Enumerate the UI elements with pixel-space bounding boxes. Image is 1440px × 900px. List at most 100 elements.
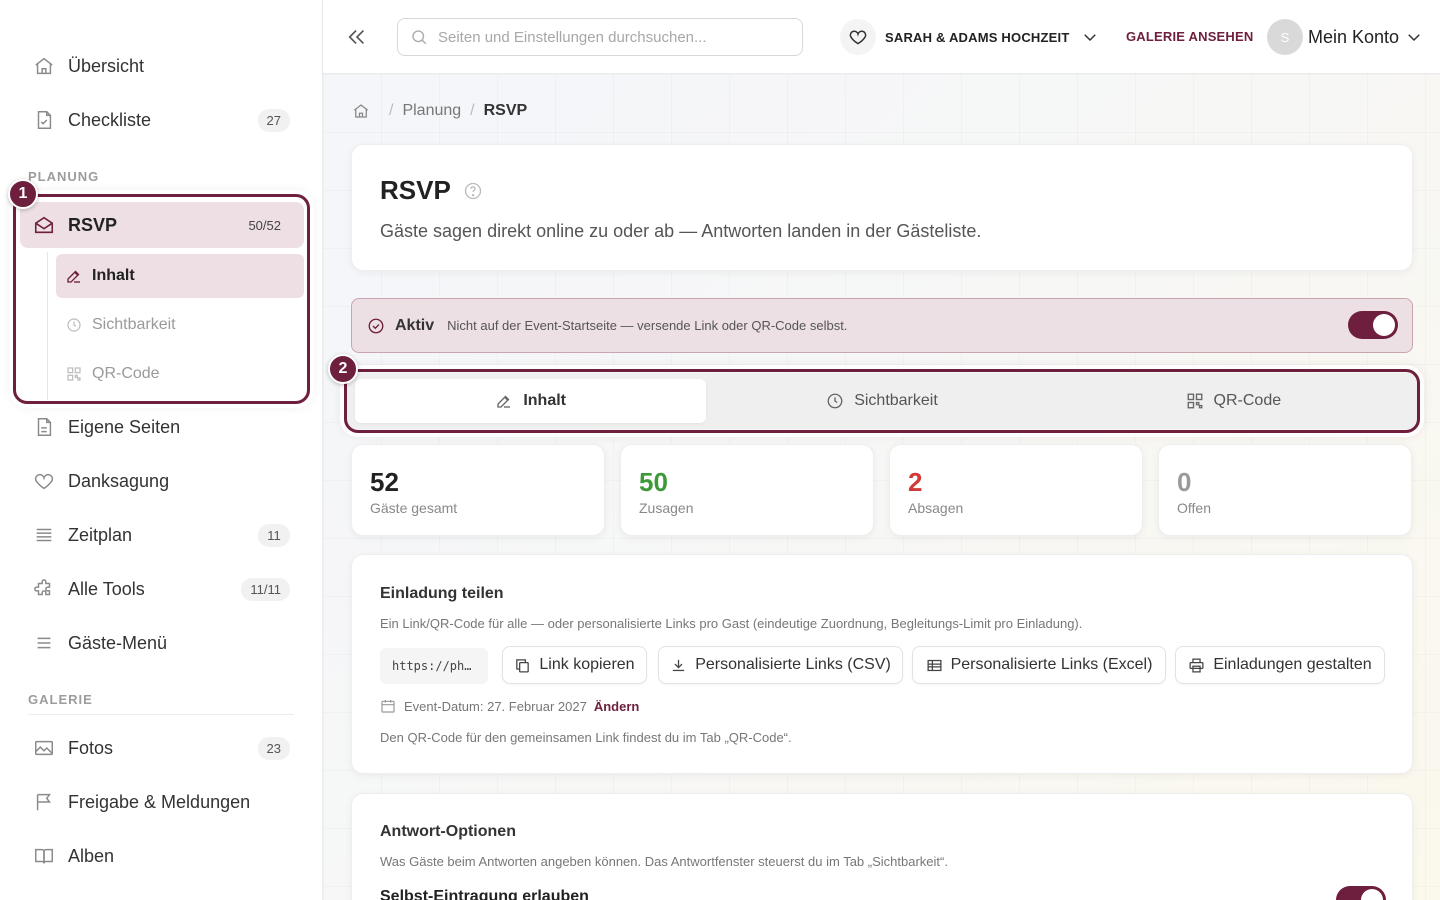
- sidebar-item-label: Checkliste: [68, 109, 152, 130]
- page-title: RSVP: [380, 175, 451, 205]
- calendar-icon: [380, 698, 396, 714]
- account-menu[interactable]: S Mein Konto: [1267, 19, 1423, 55]
- event-switcher[interactable]: SARAH & ADAMS HOCHZEIT: [840, 18, 1099, 56]
- count-badge: 11/11: [241, 577, 290, 601]
- personalized-links-csv-button[interactable]: Personalisierte Links (CSV): [658, 646, 903, 684]
- puzzle-icon: [20, 578, 68, 600]
- invite-url-field[interactable]: https://ph…: [380, 648, 488, 684]
- response-options-card: Antwort-Optionen Was Gäste beim Antworte…: [351, 793, 1413, 900]
- share-invitation-card: Einladung teilen Ein Link/QR-Code für al…: [351, 554, 1413, 774]
- breadcrumb-current: RSVP: [483, 102, 528, 119]
- printer-icon: [1188, 657, 1205, 674]
- highlight-tab-bar: [344, 369, 1420, 433]
- sidebar-item-fotos[interactable]: Fotos 23: [20, 725, 304, 771]
- event-name: SARAH & ADAMS HOCHZEIT: [885, 29, 1070, 45]
- qr-hint-text: Den QR-Code für den gemeinsamen Link fin…: [380, 730, 792, 745]
- sidebar-item-label: Alben: [68, 845, 115, 866]
- section-label-galerie: GALERIE: [28, 692, 93, 707]
- double-chevron-left-icon: [346, 26, 368, 48]
- sidebar-item-gaeste-menue[interactable]: Gäste-Menü: [20, 620, 304, 666]
- step-marker-1: 1: [8, 179, 38, 209]
- stat-label: Absagen: [908, 500, 964, 516]
- stat-value: 50: [639, 467, 668, 497]
- sidebar-item-danksagung[interactable]: Danksagung: [20, 458, 304, 504]
- checklist-icon: [20, 109, 68, 131]
- button-label: Link kopieren: [539, 656, 635, 673]
- status-label: Aktiv: [395, 316, 435, 334]
- section-divider: [28, 714, 294, 715]
- option-label: Selbst-Eintragung erlauben: [380, 888, 589, 900]
- image-icon: [20, 737, 68, 759]
- collapse-sidebar-button[interactable]: [343, 22, 371, 52]
- heart-icon: [20, 470, 68, 492]
- status-note: Nicht auf der Event-Startseite — versend…: [447, 318, 848, 333]
- personalized-links-excel-button[interactable]: Personalisierte Links (Excel): [912, 646, 1166, 684]
- spreadsheet-icon: [926, 657, 943, 674]
- sidebar-item-label: Alle Tools: [68, 578, 145, 599]
- rsvp-active-toggle[interactable]: [1348, 311, 1398, 339]
- copy-link-button[interactable]: Link kopieren: [502, 646, 647, 684]
- breadcrumb-separator: /: [389, 102, 394, 119]
- button-label: Personalisierte Links (CSV): [695, 656, 891, 673]
- stat-label: Gäste gesamt: [370, 500, 458, 516]
- sidebar-item-zeitplan[interactable]: Zeitplan 11: [20, 512, 304, 558]
- page-icon: [20, 416, 68, 438]
- stat-value: 0: [1177, 467, 1192, 497]
- section-description: Ein Link/QR-Code für alle — oder persona…: [380, 616, 1083, 631]
- sidebar-item-eigene-seiten[interactable]: Eigene Seiten: [20, 404, 304, 450]
- chevron-down-icon: [1405, 28, 1423, 46]
- highlight-rsvp-menu: [13, 194, 310, 404]
- flag-icon: [20, 791, 68, 813]
- timeline-icon: [20, 524, 68, 546]
- section-title: Einladung teilen: [380, 585, 504, 602]
- stat-card-open: 0 Offen: [1158, 444, 1412, 536]
- sidebar-item-uebersicht[interactable]: Übersicht: [20, 43, 304, 89]
- sidebar-item-freigabe[interactable]: Freigabe & Meldungen: [20, 779, 304, 825]
- button-label: Personalisierte Links (Excel): [950, 656, 1153, 673]
- sidebar-item-label: Danksagung: [68, 470, 170, 491]
- button-label: Einladungen gestalten: [1213, 656, 1372, 673]
- sidebar-item-alben[interactable]: Alben: [20, 833, 304, 879]
- topbar: SARAH & ADAMS HOCHZEIT GALERIE ANSEHEN S…: [323, 0, 1440, 74]
- help-icon[interactable]: [463, 181, 483, 201]
- sidebar-item-label: Eigene Seiten: [68, 416, 181, 437]
- sidebar-item-label: Fotos: [68, 737, 114, 758]
- copy-icon: [514, 657, 531, 674]
- sidebar-item-label: Zeitplan: [68, 524, 133, 545]
- download-icon: [670, 657, 687, 674]
- self-registration-toggle[interactable]: [1336, 886, 1386, 900]
- page-subtitle: Gäste sagen direkt online zu oder ab — A…: [380, 221, 982, 241]
- sidebar-item-label: Freigabe & Meldungen: [68, 791, 251, 812]
- sidebar-item-alle-tools[interactable]: Alle Tools 11/11: [20, 566, 304, 612]
- count-badge: 23: [257, 736, 290, 760]
- sidebar-item-label: Übersicht: [68, 55, 145, 76]
- section-description: Was Gäste beim Antworten angeben können.…: [380, 854, 948, 869]
- stat-label: Offen: [1177, 500, 1211, 516]
- breadcrumb-separator: /: [470, 102, 475, 119]
- chevron-down-icon: [1081, 28, 1099, 46]
- check-circle-icon: [367, 317, 385, 335]
- breadcrumb: / Planung / RSVP: [352, 102, 527, 120]
- view-gallery-link[interactable]: GALERIE ANSEHEN: [1126, 29, 1253, 44]
- home-icon[interactable]: [352, 102, 370, 120]
- section-label-planung: PLANUNG: [28, 169, 100, 184]
- count-badge: 11: [258, 523, 290, 547]
- avatar: S: [1267, 19, 1303, 55]
- home-icon: [20, 55, 68, 77]
- stat-card-accepted: 50 Zusagen: [620, 444, 874, 536]
- sidebar-item-checkliste[interactable]: Checkliste 27: [20, 97, 304, 143]
- page-header-card: RSVP Gäste sagen direkt online zu oder a…: [351, 144, 1413, 271]
- step-marker-2: 2: [328, 354, 358, 384]
- account-label: Mein Konto: [1308, 26, 1400, 47]
- stat-card-total: 52 Gäste gesamt: [351, 444, 605, 536]
- main-content: / Planung / RSVP RSVP Gäste sagen direkt…: [323, 74, 1440, 900]
- status-bar: Aktiv Nicht auf der Event-Startseite — v…: [351, 298, 1413, 353]
- search-input[interactable]: [438, 28, 778, 46]
- stat-label: Zusagen: [639, 500, 694, 516]
- heart-icon: [840, 19, 876, 55]
- stat-value: 2: [908, 467, 923, 497]
- breadcrumb-planung[interactable]: Planung: [402, 102, 461, 120]
- stat-value: 52: [370, 467, 399, 497]
- design-invitations-button[interactable]: Einladungen gestalten: [1175, 646, 1385, 684]
- change-date-link[interactable]: Ändern: [594, 699, 640, 714]
